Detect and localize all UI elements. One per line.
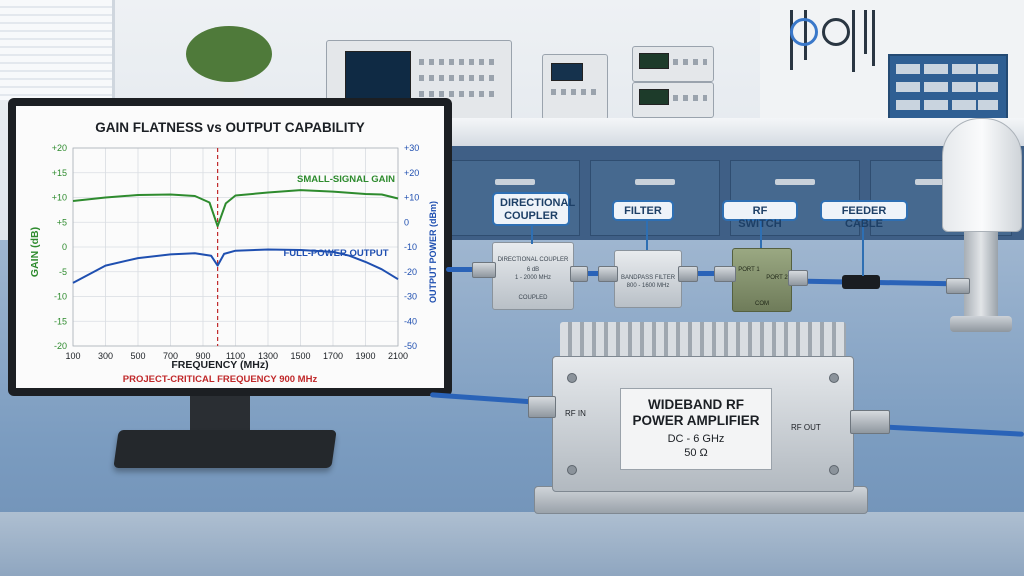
y2-tick-label: -50	[404, 341, 417, 351]
x-tick-label: 1500	[290, 351, 310, 361]
coupler-title: DIRECTIONAL COUPLER	[497, 257, 569, 263]
monitor-screen: GAIN FLATNESS vs OUTPUT CAPABILITY 100 30…	[16, 106, 444, 388]
antenna-radome	[942, 118, 1022, 232]
bench-edge	[0, 512, 1024, 576]
switch-out-connector	[788, 270, 808, 286]
filter-title: BANDPASS FILTER	[620, 275, 676, 281]
y2-tick-label: -10	[404, 242, 417, 252]
antenna-connector	[946, 278, 970, 294]
output-series-label: FULL-POWER OUTPUT	[283, 248, 388, 259]
switch-port1: PORT 1	[738, 267, 760, 273]
parts-bin-rack	[888, 54, 1008, 128]
y2-tick-label: +10	[404, 193, 419, 203]
x-tick-label: 300	[98, 351, 113, 361]
amp-rf-out-label: RF OUT	[791, 423, 821, 432]
x-tick-label: 2100	[388, 351, 408, 361]
y2-axis-label: OUTPUT POWER (dBm)	[428, 201, 438, 303]
amp-impedance: 50 Ω	[684, 447, 708, 459]
y2-tick-label: +30	[404, 143, 419, 153]
rf-switch-label: RF SWITCH	[722, 200, 798, 230]
bench-shelf	[440, 118, 1024, 146]
coupler-port: COUPLED	[518, 295, 548, 301]
power-meter-top	[632, 46, 714, 82]
filter-in-connector	[598, 266, 618, 282]
coupler-out-connector	[570, 266, 588, 282]
switch-com: COM	[755, 301, 769, 307]
y-tick-label: +15	[52, 168, 67, 178]
y-tick-label: +20	[52, 143, 67, 153]
antenna-foot	[950, 316, 1012, 332]
y-tick-label: +5	[57, 217, 67, 227]
y-tick-label: -15	[54, 316, 67, 326]
directional-coupler: DIRECTIONAL COUPLER 6 dB 1 - 2000 MHz CO…	[492, 242, 574, 310]
amplifier-nameplate: WIDEBAND RF POWER AMPLIFIER DC - 6 GHz 5…	[620, 388, 772, 470]
y-tick-label: 0	[62, 242, 67, 252]
coupler-range: 1 - 2000 MHz	[514, 275, 551, 281]
x-axis-label: FREQUENCY (MHz)	[171, 359, 268, 371]
y2-tick-label: 0	[404, 217, 409, 227]
y2-tick-label: -30	[404, 292, 417, 302]
plant-leaves	[186, 26, 272, 82]
y-tick-label: -20	[54, 341, 67, 351]
y2-tick-label: -20	[404, 267, 417, 277]
bandpass-filter: BANDPASS FILTER 800 - 1600 MHz	[614, 250, 682, 308]
coupler-leader	[531, 226, 533, 244]
antenna-mast	[964, 230, 998, 320]
monitor-stand-base	[113, 430, 337, 468]
amp-rf-out-connector	[850, 410, 890, 434]
filter-leader	[646, 220, 648, 250]
y2-tick-label: -40	[404, 316, 417, 326]
window-blinds	[0, 0, 115, 100]
gain-flatness-chart: GAIN FLATNESS vs OUTPUT CAPABILITY 100 30…	[29, 120, 438, 385]
filter-out-connector	[678, 266, 698, 282]
amp-title-line2: POWER AMPLIFIER	[632, 413, 760, 428]
rf-switch: PORT 1 PORT 2 COM	[732, 248, 792, 312]
feeder-cable-ferrite	[842, 275, 880, 289]
power-meter-bottom	[632, 82, 714, 118]
amp-frequency-range: DC - 6 GHz	[667, 433, 725, 445]
x-tick-label: 1900	[355, 351, 375, 361]
y-tick-label: +10	[52, 193, 67, 203]
x-tick-label: 1700	[323, 351, 343, 361]
marker-caption: PROJECT-CRITICAL FREQUENCY 900 MHz	[123, 374, 318, 385]
coupler-in-connector	[472, 262, 496, 278]
directional-coupler-label: DIRECTIONAL COUPLER	[492, 192, 575, 226]
amp-rf-in-connector	[528, 396, 556, 418]
x-tick-label: 100	[65, 351, 80, 361]
signal-generator	[542, 54, 608, 120]
chart-title: GAIN FLATNESS vs OUTPUT CAPABILITY	[95, 120, 365, 135]
coupler-db: 6 dB	[526, 267, 540, 273]
filter-range: 800 - 1600 MHz	[626, 283, 670, 289]
feeder-cable-label: FEEDER CABLE	[820, 200, 908, 230]
filter-label: FILTER	[612, 200, 674, 221]
y2-tick-label: +20	[404, 168, 419, 178]
gain-series-label: SMALL-SIGNAL GAIN	[297, 174, 395, 185]
y-axis-label: GAIN (dB)	[29, 227, 41, 277]
y-tick-label: -10	[54, 292, 67, 302]
switch-port2: PORT 2	[766, 275, 788, 281]
amp-rf-in-label: RF IN	[565, 409, 586, 418]
switch-in-connector	[714, 266, 736, 282]
x-tick-label: 500	[130, 351, 145, 361]
y-tick-label: -5	[59, 267, 67, 277]
amp-title-line1: WIDEBAND RF	[648, 397, 744, 412]
